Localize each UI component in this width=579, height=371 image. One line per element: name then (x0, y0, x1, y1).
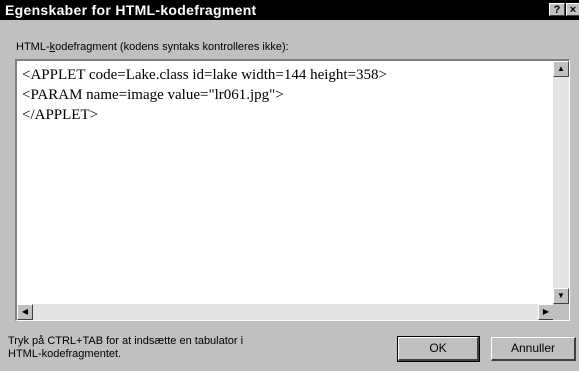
close-button[interactable]: × (566, 3, 579, 16)
vertical-scrollbar[interactable]: ▲ ▼ (553, 61, 569, 304)
code-textarea[interactable]: <APPLET code=Lake.class id=lake width=14… (15, 59, 570, 321)
code-content[interactable]: <APPLET code=Lake.class id=lake width=14… (22, 65, 387, 125)
scrollbar-corner (553, 304, 569, 320)
help-button[interactable]: ? (549, 3, 565, 16)
horizontal-scrollbar[interactable]: ◀ ▶ (17, 304, 554, 320)
ok-button[interactable]: OK (397, 336, 480, 362)
window-title: Egenskaber for HTML-kodefragment (5, 2, 257, 18)
code-line: <PARAM name=image value="lr061.jpg"> (22, 87, 284, 103)
code-line: </APPLET> (22, 107, 99, 123)
code-field-label: HTML-kodefragment (kodens syntaks kontro… (16, 41, 289, 53)
scroll-down-button[interactable]: ▼ (553, 288, 569, 304)
scroll-left-button[interactable]: ◀ (17, 304, 33, 320)
tab-hint-text: Tryk på CTRL+TAB for at indsætte en tabu… (8, 335, 244, 360)
scroll-right-button[interactable]: ▶ (538, 304, 554, 320)
code-line: <APPLET code=Lake.class id=lake width=14… (22, 67, 388, 83)
cancel-button[interactable]: Annuller (491, 337, 576, 361)
title-bar[interactable]: Egenskaber for HTML-kodefragment ? × (0, 0, 579, 20)
scroll-up-button[interactable]: ▲ (553, 61, 569, 77)
